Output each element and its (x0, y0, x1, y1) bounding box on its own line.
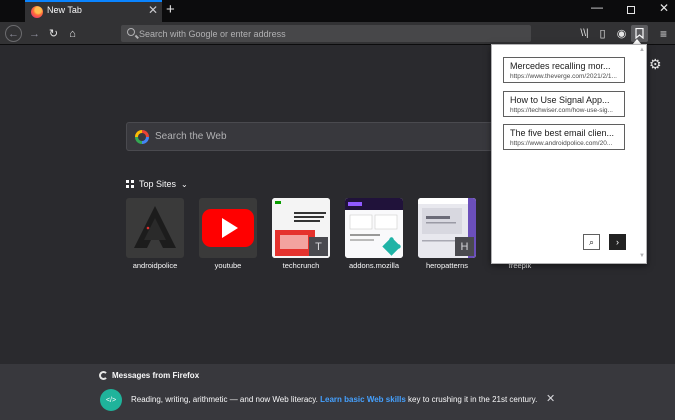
minimize-button[interactable]: — (591, 0, 603, 14)
saved-link-title: The five best email clien... (510, 128, 615, 138)
web-search-input[interactable] (155, 123, 535, 150)
techcrunch-badge: T (309, 237, 328, 256)
firefox-icon (31, 6, 43, 18)
navigation-toolbar: ← → ↻ ⌂ \\| ▯ ◉ ≡ (0, 22, 675, 45)
search-icon (127, 28, 135, 36)
top-site-label: techcrunch (282, 261, 320, 270)
forward-button[interactable]: → (26, 25, 43, 42)
new-tab-button[interactable]: + (166, 1, 175, 19)
library-button[interactable]: \\| (576, 25, 593, 42)
tab-new-tab[interactable]: New Tab ✕ (25, 0, 162, 22)
top-sites-label: Top Sites (139, 179, 177, 189)
account-button[interactable]: ◉ (613, 25, 630, 42)
reload-button[interactable]: ↻ (45, 25, 62, 42)
tab-title: New Tab (47, 5, 82, 15)
top-site-label: addons.mozilla (348, 261, 400, 270)
scroll-down-arrow-icon[interactable]: ▼ (639, 253, 645, 259)
home-button[interactable]: ⌂ (64, 25, 81, 42)
address-bar[interactable] (121, 25, 531, 42)
messages-heading-text: Messages from Firefox (112, 371, 200, 380)
back-button[interactable]: ← (5, 25, 22, 42)
saved-link-card[interactable]: How to Use Signal App... https://techwis… (503, 91, 625, 117)
top-sites-heading[interactable]: Top Sites ⌄ (126, 179, 188, 189)
top-site-heropatterns[interactable]: H (418, 198, 476, 258)
saved-link-title: How to Use Signal App... (510, 95, 610, 105)
top-site-youtube[interactable] (199, 198, 257, 258)
sidebar-button[interactable]: ▯ (594, 25, 611, 42)
popup-next-button[interactable]: › (609, 234, 626, 250)
saved-link-url: https://techwiser.com/how-use-sig... (510, 107, 613, 114)
heropatterns-badge: H (455, 237, 474, 256)
top-site-label: androidpolice (132, 261, 178, 270)
google-icon (135, 130, 149, 144)
chevron-down-icon: ⌄ (181, 179, 188, 189)
maximize-button[interactable] (627, 6, 635, 14)
saved-link-card[interactable]: The five best email clien... https://www… (503, 124, 625, 150)
top-site-androidpolice[interactable] (126, 198, 184, 258)
top-site-addons-mozilla[interactable] (345, 198, 403, 258)
grid-icon (126, 180, 134, 188)
code-icon: </> (100, 389, 122, 411)
firefox-logo-icon (99, 371, 108, 380)
popup-search-button[interactable]: ⌕ (583, 234, 600, 250)
gear-icon[interactable]: ⚙ (649, 56, 662, 73)
tab-strip: New Tab ✕ + — ✕ (0, 0, 675, 22)
saved-link-url: https://www.androidpolice.com/20... (510, 140, 613, 147)
saved-link-title: Mercedes recalling mor... (510, 61, 611, 71)
messages-panel: Messages from Firefox </> Reading, writi… (0, 364, 675, 420)
saved-link-card[interactable]: Mercedes recalling mor... https://www.th… (503, 57, 625, 83)
top-site-techcrunch[interactable]: T (272, 198, 330, 258)
top-site-label: youtube (214, 261, 242, 270)
dismiss-message-button[interactable]: ✕ (546, 392, 555, 405)
close-window-button[interactable]: ✕ (659, 1, 669, 15)
messages-heading: Messages from Firefox (99, 371, 199, 380)
learn-web-skills-link[interactable]: Learn basic Web skills (320, 395, 406, 404)
puzzle-icon (382, 237, 401, 256)
saved-link-url: https://www.theverge.com/2021/2/1... (510, 73, 617, 80)
top-site-label: heropatterns (425, 261, 469, 270)
message-body-end: key to crushing it in the 21st century. (408, 395, 538, 404)
androidpolice-icon (134, 206, 176, 248)
addons-puzzle-icon (382, 237, 401, 256)
address-input[interactable] (139, 25, 519, 42)
bookmark-icon (635, 28, 644, 39)
close-tab-icon[interactable]: ✕ (148, 3, 158, 17)
message-text: Reading, writing, arithmetic — and now W… (131, 395, 537, 404)
extension-popup: Mercedes recalling mor... https://www.th… (491, 44, 647, 264)
menu-button[interactable]: ≡ (655, 25, 672, 42)
scroll-up-arrow-icon[interactable]: ▲ (639, 47, 645, 53)
youtube-icon (202, 209, 254, 247)
message-body: Reading, writing, arithmetic — and now W… (131, 395, 318, 404)
